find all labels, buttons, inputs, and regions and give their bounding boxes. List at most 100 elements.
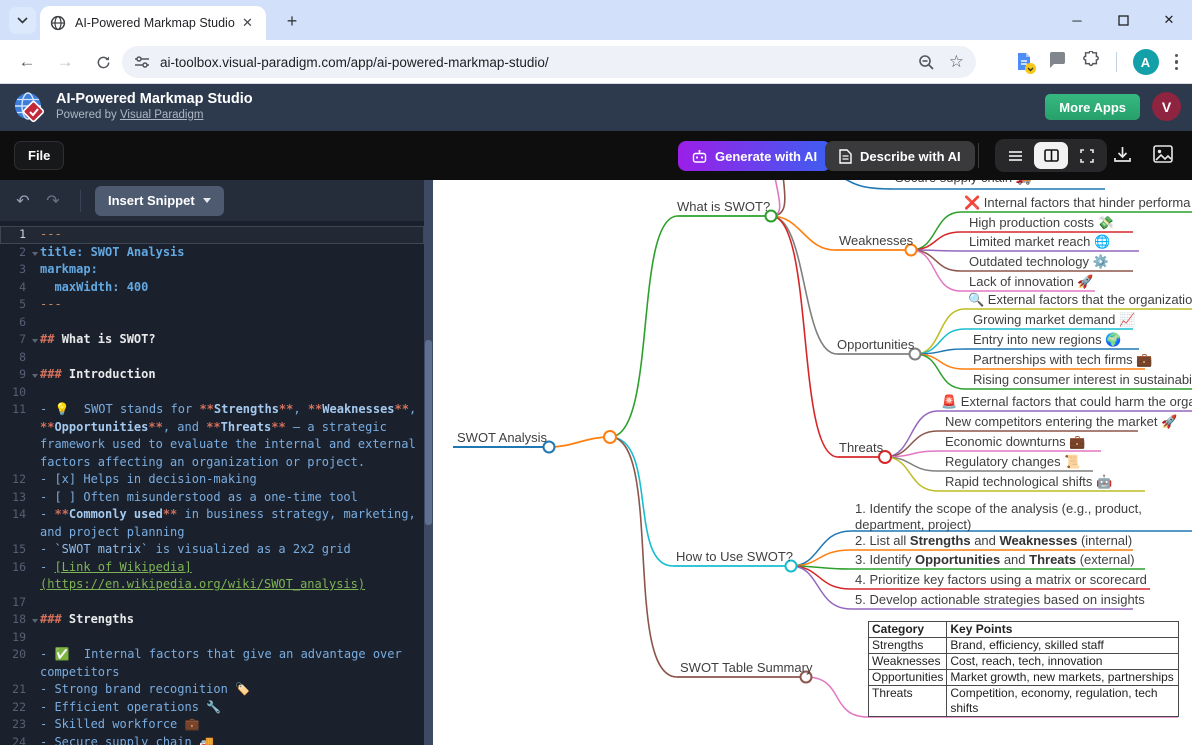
window-close-button[interactable]: ✕: [1146, 0, 1192, 40]
code-line[interactable]: 11- 💡 SWOT stands for **Strengths**, **W…: [0, 401, 424, 419]
code-line[interactable]: factors affecting an organization or pro…: [0, 454, 424, 472]
node-weaknesses[interactable]: Weaknesses: [839, 233, 913, 248]
fullscreen-view-button[interactable]: [1070, 142, 1104, 169]
code-line[interactable]: 15- `SWOT matrix` is visualized as a 2x2…: [0, 541, 424, 559]
node-threat-item[interactable]: Economic downturns 💼: [945, 434, 1085, 450]
code-line[interactable]: 7## What is SWOT?: [0, 331, 424, 349]
forward-button[interactable]: →: [50, 47, 80, 77]
more-apps-button[interactable]: More Apps: [1045, 94, 1140, 120]
node-weakness-item[interactable]: Lack of innovation 🚀: [969, 274, 1094, 290]
node-swot-table-summary[interactable]: SWOT Table Summary: [680, 660, 812, 675]
insert-snippet-button[interactable]: Insert Snippet: [95, 186, 224, 216]
fold-chevron-icon[interactable]: [32, 619, 38, 623]
code-line[interactable]: 16- [Link of Wikipedia]: [0, 559, 424, 577]
tab-search-chevron-button[interactable]: [9, 7, 36, 34]
node-what-is-swot[interactable]: What is SWOT?: [677, 199, 770, 214]
tab-close-icon[interactable]: ✕: [239, 15, 256, 32]
window-minimize-button[interactable]: ─: [1054, 0, 1100, 40]
node-threat-item[interactable]: 🚨 External factors that could harm the o…: [941, 394, 1192, 410]
code-line[interactable]: 13- [ ] Often misunderstood as a one-tim…: [0, 489, 424, 507]
node-threat-item[interactable]: New competitors entering the market 🚀: [945, 414, 1177, 430]
code-line[interactable]: **Opportunities**, and **Threats** — a s…: [0, 419, 424, 437]
code-line[interactable]: 12- [x] Helps in decision-making: [0, 471, 424, 489]
scrollbar-thumb[interactable]: [425, 340, 432, 525]
node-weakness-item[interactable]: High production costs 💸: [969, 215, 1114, 231]
browser-tab[interactable]: AI-Powered Markmap Studio ✕: [40, 6, 266, 40]
reload-button[interactable]: [88, 47, 118, 77]
node-weakness-item[interactable]: Limited market reach 🌐: [969, 234, 1110, 250]
editor-only-view-button[interactable]: [998, 142, 1032, 169]
fold-chevron-icon[interactable]: [32, 339, 38, 343]
code-line[interactable]: 23- Skilled workforce 💼: [0, 716, 424, 734]
node-opportunity-item[interactable]: 🔍 External factors that the organizatio: [968, 292, 1192, 308]
mindmap-panel[interactable]: markmap: [433, 180, 1192, 745]
zoom-out-page-icon[interactable]: [918, 54, 935, 71]
node-howto-item[interactable]: 1. Identify the scope of the analysis (e…: [855, 501, 1177, 532]
node-threat-item[interactable]: Regulatory changes 📜: [945, 454, 1080, 470]
code-line[interactable]: 2title: SWOT Analysis: [0, 244, 424, 262]
extensions-puzzle-icon[interactable]: [1082, 51, 1100, 74]
node-threat-item[interactable]: Rapid technological shifts 🤖: [945, 474, 1112, 490]
code-line[interactable]: (https://en.wikipedia.org/wiki/SWOT_anal…: [0, 576, 424, 594]
window-maximize-button[interactable]: [1100, 0, 1146, 40]
split-view-button[interactable]: [1034, 142, 1068, 169]
node-opportunities[interactable]: Opportunities: [837, 337, 914, 352]
undo-button[interactable]: ↶: [10, 188, 36, 214]
code-line[interactable]: 21- Strong brand recognition 🏷️: [0, 681, 424, 699]
bookmark-star-icon[interactable]: ☆: [949, 52, 964, 72]
code-line[interactable]: 4 maxWidth: 400: [0, 279, 424, 297]
code-line[interactable]: 19: [0, 629, 424, 647]
node-howto-item[interactable]: 5. Develop actionable strategies based o…: [855, 592, 1145, 607]
node-opportunity-item[interactable]: Growing market demand 📈: [973, 312, 1135, 328]
code-line[interactable]: 14- **Commonly used** in business strate…: [0, 506, 424, 524]
browser-menu-icon[interactable]: [1175, 54, 1179, 71]
back-button[interactable]: ←: [12, 47, 42, 77]
node-threats[interactable]: Threats: [839, 440, 883, 455]
code-line[interactable]: 8: [0, 349, 424, 367]
code-line[interactable]: 5---: [0, 296, 424, 314]
node-weakness-item[interactable]: ❌ Internal factors that hinder performa: [964, 195, 1190, 211]
editor-scrollbar[interactable]: [424, 180, 433, 745]
code-line[interactable]: and project planning: [0, 524, 424, 542]
user-avatar[interactable]: V: [1152, 92, 1181, 121]
feedback-icon[interactable]: [1049, 52, 1066, 73]
node-how-to-use-swot[interactable]: How to Use SWOT?: [676, 549, 793, 564]
code-line[interactable]: 9### Introduction: [0, 366, 424, 384]
url-text[interactable]: ai-toolbox.visual-paradigm.com/app/ai-po…: [160, 55, 904, 70]
visual-paradigm-link[interactable]: Visual Paradigm: [120, 109, 204, 121]
file-menu-button[interactable]: File: [14, 141, 64, 170]
code-line[interactable]: competitors: [0, 664, 424, 682]
code-line[interactable]: 18### Strengths: [0, 611, 424, 629]
export-image-button[interactable]: [1153, 145, 1173, 168]
code-line[interactable]: 1---: [0, 226, 424, 244]
new-tab-button[interactable]: +: [280, 9, 304, 33]
code-editor[interactable]: 1---2title: SWOT Analysis3markmap:4 maxW…: [0, 221, 424, 745]
code-line[interactable]: 22- Efficient operations 🔧: [0, 699, 424, 717]
node-secure-supply-chain[interactable]: Secure supply chain 🚚: [895, 180, 1032, 186]
code-line[interactable]: 3markmap:: [0, 261, 424, 279]
code-line[interactable]: 24- Secure supply chain 🚚: [0, 734, 424, 745]
app-logo-icon: [13, 91, 47, 125]
node-weakness-item[interactable]: Outdated technology ⚙️: [969, 254, 1109, 270]
code-line[interactable]: 10: [0, 384, 424, 402]
node-howto-item[interactable]: 2. List all Strengths and Weaknesses (in…: [855, 533, 1132, 548]
browser-profile-avatar[interactable]: A: [1133, 49, 1159, 75]
node-howto-item[interactable]: 4. Prioritize key factors using a matrix…: [855, 572, 1147, 587]
generate-with-ai-button[interactable]: Generate with AI: [678, 141, 831, 171]
node-root-swot-analysis[interactable]: SWOT Analysis: [457, 430, 547, 445]
code-line[interactable]: 17: [0, 594, 424, 612]
fold-chevron-icon[interactable]: [32, 252, 38, 256]
code-line[interactable]: 20- ✅ Internal factors that give an adva…: [0, 646, 424, 664]
docs-extension-icon[interactable]: [1015, 52, 1033, 72]
node-opportunity-item[interactable]: Entry into new regions 🌍: [973, 332, 1121, 348]
node-opportunity-item[interactable]: Rising consumer interest in sustainabili: [973, 372, 1192, 387]
code-line[interactable]: 6: [0, 314, 424, 332]
node-howto-item[interactable]: 3. Identify Opportunities and Threats (e…: [855, 552, 1135, 567]
redo-button[interactable]: ↷: [40, 188, 66, 214]
download-button[interactable]: [1113, 145, 1132, 169]
address-bar[interactable]: ai-toolbox.visual-paradigm.com/app/ai-po…: [122, 46, 976, 78]
fold-chevron-icon[interactable]: [32, 374, 38, 378]
node-opportunity-item[interactable]: Partnerships with tech firms 💼: [973, 352, 1152, 368]
describe-with-ai-button[interactable]: Describe with AI: [825, 141, 975, 171]
code-line[interactable]: framework used to evaluate the internal …: [0, 436, 424, 454]
